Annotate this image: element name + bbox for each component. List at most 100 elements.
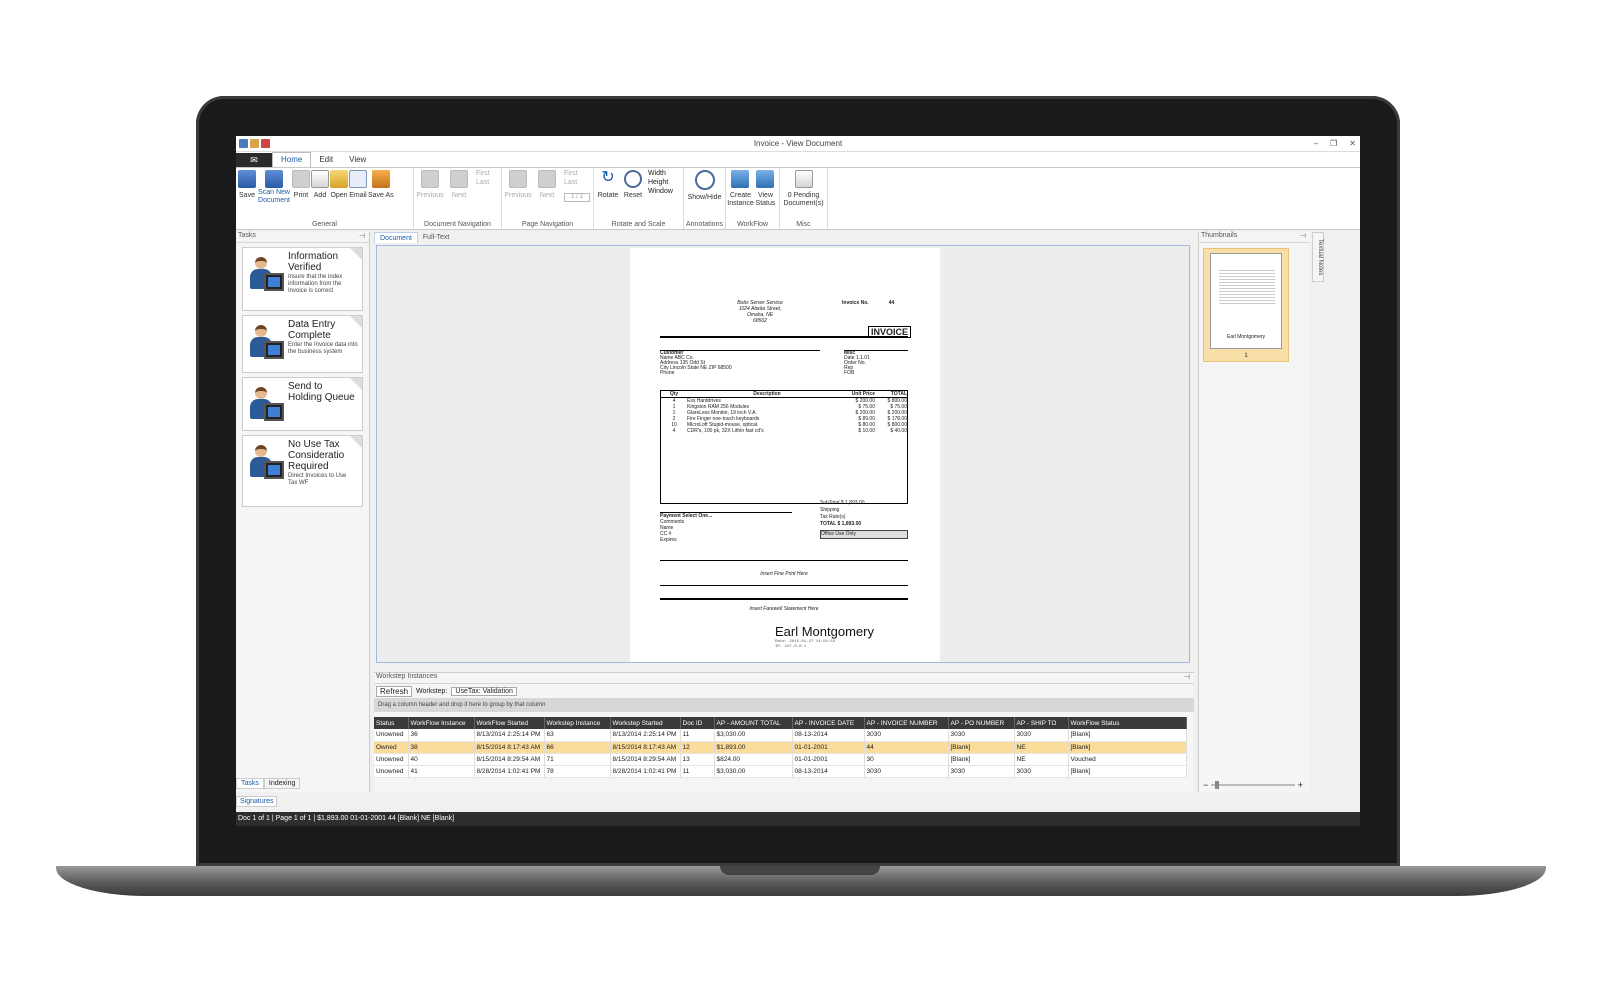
fit-window-button[interactable]: Window	[648, 188, 673, 195]
ribbon-group-general: Save Scan New Document Print Add Open Em…	[236, 168, 414, 229]
next-page-icon	[538, 170, 556, 188]
reset-zoom-icon	[624, 170, 642, 188]
first-page-button[interactable]: First	[564, 170, 590, 177]
group-by-hint[interactable]: Drag a column header and drop it here to…	[374, 698, 1194, 712]
previous-page-button[interactable]: Previous	[504, 170, 532, 200]
invoice-fine-print: Insert Fine Print Here	[660, 560, 908, 586]
column-amount-total[interactable]: AP - AMOUNT TOTAL	[714, 717, 793, 729]
fit-width-button[interactable]: Width	[648, 170, 673, 177]
view-status-button[interactable]: View Status	[754, 170, 777, 208]
email-button[interactable]: Email	[349, 170, 367, 200]
pin-icon[interactable]: ⊣	[1184, 673, 1190, 683]
add-page-icon	[311, 170, 329, 188]
last-document-button[interactable]: Last	[476, 179, 490, 186]
group-label: General	[312, 221, 337, 228]
signature-name: Earl Montgomery	[775, 624, 874, 639]
pin-icon[interactable]: ⊣	[1300, 232, 1306, 242]
ribbon-group-annotations: Show/Hide Annotations	[684, 168, 726, 229]
add-button[interactable]: Add	[311, 170, 329, 200]
task-send-to-holding-queue[interactable]: Send to Holding Queue	[242, 377, 363, 431]
magnifier-icon	[694, 170, 715, 190]
document-viewer[interactable]: Bobs Server Service 1024 Abeita Street, …	[376, 245, 1190, 663]
tab-home[interactable]: Home	[272, 152, 312, 167]
invoice-number: Invoice No. 44	[842, 300, 895, 306]
document-area: Document Full-Text Bobs Server Service 1…	[374, 232, 1194, 668]
tab-edit[interactable]: Edit	[311, 153, 341, 167]
ribbon-group-document-navigation: Previous Next First Last Document Navigat…	[414, 168, 502, 229]
workstep-select[interactable]: UseTax: Validation	[451, 686, 518, 696]
page-indicator[interactable]: 1 / 1	[564, 193, 590, 202]
print-button[interactable]: Print	[292, 170, 310, 200]
reset-button[interactable]: Reset	[621, 170, 645, 200]
column-ship-to[interactable]: AP - SHIP TO	[1014, 717, 1069, 729]
fit-height-button[interactable]: Height	[648, 179, 673, 186]
show-hide-annotations-button[interactable]: Show/Hide	[686, 170, 723, 202]
tab-tasks[interactable]: Tasks	[236, 778, 264, 789]
invoice-line-items: Qty Description Unit Price TOTAL 4 Ess Hardd…	[660, 390, 908, 504]
minimize-button[interactable]: –	[1314, 139, 1318, 148]
close-button[interactable]: ✕	[1349, 139, 1356, 148]
table-row[interactable]: Unowned 36 8/13/2014 2:25:14 PM 63 8/13/2014…	[374, 729, 1187, 742]
first-document-button[interactable]: First	[476, 170, 490, 177]
thumbnail-page-number: 1	[1244, 353, 1248, 359]
invoice-farewell: Insert Farewell Statement Here	[660, 598, 908, 612]
column-workflow-started[interactable]: WorkFlow Started	[474, 717, 545, 729]
column-invoice-date[interactable]: AP - INVOICE DATE	[792, 717, 865, 729]
ribbon-group-rotate-scale: ↻ Rotate Reset Width Height Window Rotate a…	[594, 168, 684, 229]
column-doc-id[interactable]: Doc ID	[680, 717, 715, 729]
workflow-status-icon	[756, 170, 775, 188]
previous-document-icon	[421, 170, 439, 188]
floppy-icon	[238, 170, 256, 188]
ribbon-group-workflow: Create Instance View Status WorkFlow	[726, 168, 780, 229]
page-thumbnail[interactable]: Earl Montgomery 1	[1203, 248, 1289, 362]
pin-icon[interactable]: ⊣	[359, 232, 365, 242]
previous-document-button[interactable]: Previous	[416, 170, 444, 200]
invoice-page: Bobs Server Service 1024 Abeita Street, …	[630, 248, 940, 662]
zoom-out-icon[interactable]: −	[1203, 780, 1208, 790]
column-status[interactable]: Status	[374, 717, 409, 729]
tab-full-text[interactable]: Full-Text	[418, 232, 454, 243]
open-button[interactable]: Open	[330, 170, 348, 200]
invoice-customer: Customer Name ABC Co. Address 135 Odd St…	[660, 350, 820, 384]
table-row[interactable]: Unowned 41 8/28/2014 1:02:41 PM 78 8/28/2014…	[374, 765, 1187, 778]
save-as-button[interactable]: Save As	[368, 170, 394, 200]
task-data-entry-complete[interactable]: Data Entry Complete Enter the Invoice dat…	[242, 315, 363, 373]
column-workstep-started[interactable]: Workstep Started	[610, 717, 681, 729]
tab-indexing[interactable]: Indexing	[263, 778, 301, 789]
column-po-number[interactable]: AP - PO NUMBER	[948, 717, 1015, 729]
maximize-button[interactable]: ❐	[1330, 139, 1337, 148]
user-computer-icon	[246, 445, 284, 489]
column-workflow-instance[interactable]: WorkFlow Instance	[408, 717, 475, 729]
scan-new-document-button[interactable]: Scan New Document	[257, 170, 291, 205]
folder-open-icon	[330, 170, 348, 188]
app-menu-button[interactable]: ✉	[236, 152, 272, 167]
tab-signatures[interactable]: Signatures	[236, 796, 278, 807]
printer-icon	[292, 170, 310, 188]
rotate-icon: ↻	[601, 169, 615, 186]
invoice-misc: Misc Date 1.1.01 Order No. Rep FOB	[844, 350, 908, 384]
task-information-verified[interactable]: Information Verified Insure that the inde…	[242, 247, 363, 311]
textual-notes-tab[interactable]: Textual Notes	[1312, 232, 1324, 282]
tab-view[interactable]: View	[341, 153, 374, 167]
table-row-selected[interactable]: Owned 38 8/15/2014 8:17:43 AM 66 8/15/2014 8…	[374, 741, 1187, 754]
column-workstep-instance[interactable]: Workstep Instance	[544, 717, 611, 729]
column-workflow-status[interactable]: WorkFlow Status	[1068, 717, 1187, 729]
ribbon: Save Scan New Document Print Add Open Em…	[236, 168, 1360, 230]
next-document-button[interactable]: Next	[445, 170, 473, 200]
save-button[interactable]: Save	[238, 170, 256, 200]
ribbon-group-misc: 0 Pending Document(s) Misc	[780, 168, 828, 229]
title-bar: Invoice - View Document – ❐ ✕	[236, 136, 1360, 152]
task-no-use-tax[interactable]: No Use Tax Consideratio Required Direct I…	[242, 435, 363, 507]
thumbnail-zoom-slider[interactable]: − +	[1203, 780, 1303, 790]
zoom-in-icon[interactable]: +	[1298, 780, 1303, 790]
column-invoice-number[interactable]: AP - INVOICE NUMBER	[864, 717, 949, 729]
create-instance-button[interactable]: Create Instance	[727, 170, 754, 208]
rotate-button[interactable]: ↻ Rotate	[596, 170, 620, 200]
refresh-button[interactable]: Refresh	[376, 685, 413, 697]
tab-document[interactable]: Document	[374, 232, 418, 243]
pending-documents-button[interactable]: 0 Pending Document(s)	[782, 170, 825, 208]
workflow-create-icon	[731, 170, 750, 188]
next-page-button[interactable]: Next	[533, 170, 561, 200]
table-row[interactable]: Unowned 40 8/15/2014 8:29:54 AM 71 8/15/2014…	[374, 753, 1187, 766]
last-page-button[interactable]: Last	[564, 179, 590, 186]
